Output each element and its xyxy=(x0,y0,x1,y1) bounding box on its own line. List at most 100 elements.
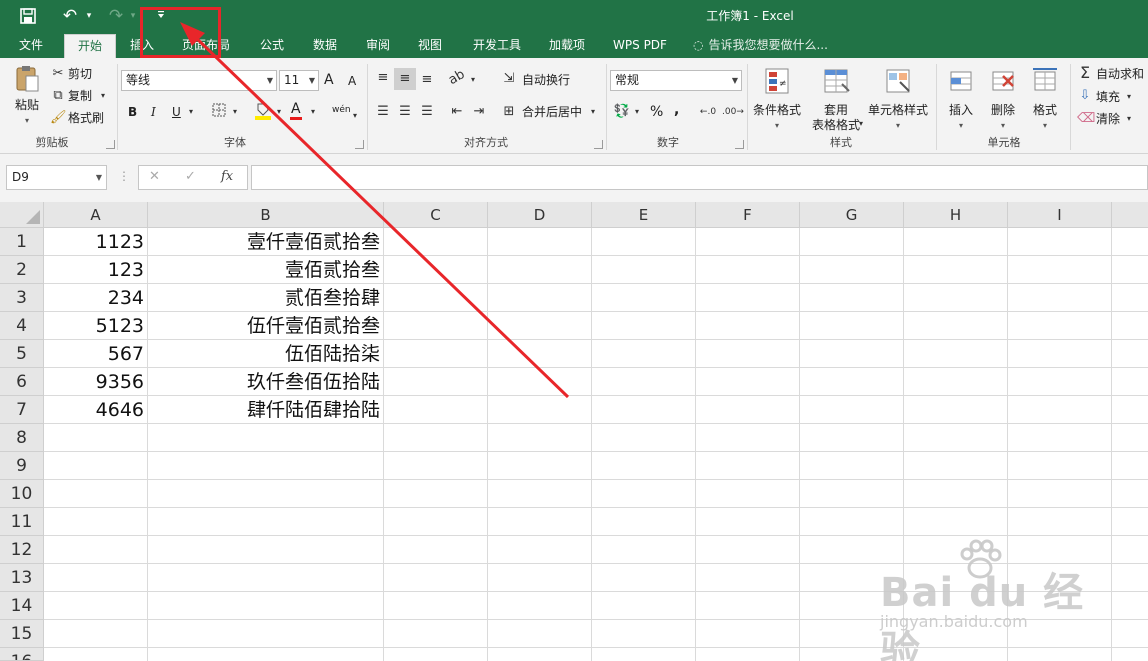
row-header-3[interactable]: 3 xyxy=(0,284,44,312)
cell-a4[interactable]: 5123 xyxy=(44,312,148,340)
tab-formulas[interactable]: 公式 xyxy=(250,32,294,58)
insert-cells-button[interactable]: 插入 ▾ xyxy=(942,66,980,133)
align-bottom-icon[interactable]: ≡ xyxy=(418,72,436,88)
column-header-b[interactable]: B xyxy=(148,202,384,228)
cell-a6[interactable]: 9356 xyxy=(44,368,148,396)
cut-button[interactable]: 剪切 xyxy=(68,66,92,82)
underline-button[interactable]: U xyxy=(172,104,181,120)
cell-a2[interactable]: 123 xyxy=(44,256,148,284)
decrease-decimal-icon[interactable]: .00→ xyxy=(722,104,744,120)
align-top-icon[interactable]: ≡ xyxy=(374,70,392,86)
borders-icon[interactable] xyxy=(210,103,228,122)
row-header-7[interactable]: 7 xyxy=(0,396,44,424)
italic-button[interactable]: I xyxy=(151,104,156,120)
cell-b1[interactable]: 壹仟壹佰贰拾叁 xyxy=(148,228,384,256)
format-as-table-dropdown-icon[interactable]: ▾ xyxy=(856,116,866,132)
format-cells-button[interactable]: 格式 ▾ xyxy=(1026,66,1064,133)
tab-view[interactable]: 视图 xyxy=(408,32,452,58)
column-header-g[interactable]: G xyxy=(800,202,904,228)
phonetic-button[interactable]: wén xyxy=(332,102,351,118)
tab-file[interactable]: 文件 xyxy=(10,32,52,58)
row-header-4[interactable]: 4 xyxy=(0,312,44,340)
comma-button[interactable]: , xyxy=(674,102,679,118)
cell-a5[interactable]: 567 xyxy=(44,340,148,368)
row-header-6[interactable]: 6 xyxy=(0,368,44,396)
align-left-icon[interactable]: ☰ xyxy=(374,104,392,120)
undo-icon[interactable]: ↶ xyxy=(60,4,80,28)
increase-decimal-icon[interactable]: ←.0 xyxy=(698,104,718,120)
tab-developer[interactable]: 开发工具 xyxy=(462,32,532,58)
font-name-select[interactable]: 等线 ▼ xyxy=(121,70,277,91)
tab-data[interactable]: 数据 xyxy=(304,32,346,58)
fill-button[interactable]: 填充 xyxy=(1096,89,1120,105)
wrap-text-button[interactable]: 自动换行 xyxy=(522,72,570,88)
conditional-formatting-button[interactable]: ≠ 条件格式 ▾ xyxy=(750,66,804,133)
formula-input[interactable] xyxy=(251,165,1148,190)
align-right-icon[interactable]: ☰ xyxy=(418,104,436,120)
cell-b3[interactable]: 贰佰叁拾肆 xyxy=(148,284,384,312)
orientation-icon[interactable]: ab xyxy=(445,67,469,90)
paste-button[interactable]: 粘贴 ▾ xyxy=(10,64,44,128)
grow-font-button[interactable]: A xyxy=(324,72,334,88)
row-header-5[interactable]: 5 xyxy=(0,340,44,368)
cancel-icon[interactable]: ✕ xyxy=(149,169,160,184)
cell-b4[interactable]: 伍仟壹佰贰拾叁 xyxy=(148,312,384,340)
tab-home[interactable]: 开始 xyxy=(64,34,116,58)
borders-dropdown-icon[interactable]: ▾ xyxy=(230,104,240,120)
accounting-dropdown-icon[interactable]: ▾ xyxy=(632,104,642,120)
column-header-d[interactable]: D xyxy=(488,202,592,228)
cell-a7[interactable]: 4646 xyxy=(44,396,148,424)
phonetic-dropdown-icon[interactable]: ▾ xyxy=(350,108,360,124)
row-header-13[interactable]: 13 xyxy=(0,564,44,592)
shrink-font-button[interactable]: A xyxy=(348,73,356,89)
name-box[interactable]: D9 ▼ xyxy=(6,165,107,190)
underline-dropdown-icon[interactable]: ▾ xyxy=(186,104,196,120)
align-center-icon[interactable]: ☰ xyxy=(396,104,414,120)
autosum-button[interactable]: 自动求和 xyxy=(1096,66,1144,82)
column-header-f[interactable]: F xyxy=(696,202,800,228)
copy-dropdown-icon[interactable]: ▾ xyxy=(98,88,108,104)
font-color-dropdown-icon[interactable]: ▾ xyxy=(308,104,318,120)
format-painter-button[interactable]: 格式刷 xyxy=(68,110,104,126)
cell-a1[interactable]: 1123 xyxy=(44,228,148,256)
undo-dropdown-icon[interactable]: ▾ xyxy=(84,4,94,28)
redo-icon[interactable]: ↷ xyxy=(106,4,126,28)
clear-dropdown-icon[interactable]: ▾ xyxy=(1124,111,1134,127)
cell-b2[interactable]: 壹佰贰拾叁 xyxy=(148,256,384,284)
merge-dropdown-icon[interactable]: ▾ xyxy=(588,104,598,120)
column-header-c[interactable]: C xyxy=(384,202,488,228)
column-header-a[interactable]: A xyxy=(44,202,148,228)
column-header-i[interactable]: I xyxy=(1008,202,1112,228)
fill-dropdown-icon[interactable]: ▾ xyxy=(1124,89,1134,105)
percent-button[interactable]: % xyxy=(650,104,663,120)
save-icon[interactable] xyxy=(16,4,40,28)
orientation-dropdown-icon[interactable]: ▾ xyxy=(468,72,478,88)
font-color-button[interactable]: A xyxy=(290,101,302,120)
row-header-1[interactable]: 1 xyxy=(0,228,44,256)
decrease-indent-icon[interactable]: ⇤ xyxy=(448,104,466,120)
tell-me-search[interactable]: ◌ 告诉我您想要做什么... xyxy=(693,32,828,58)
row-header-16[interactable]: 16 xyxy=(0,648,44,661)
fill-color-dropdown-icon[interactable]: ▾ xyxy=(274,104,284,120)
delete-cells-button[interactable]: 删除 ▾ xyxy=(984,66,1022,133)
column-header-partial[interactable] xyxy=(1112,202,1148,228)
number-launcher-icon[interactable] xyxy=(735,140,744,149)
tab-review[interactable]: 审阅 xyxy=(356,32,400,58)
insert-function-icon[interactable]: fx xyxy=(221,169,233,184)
fill-color-icon[interactable] xyxy=(253,101,273,126)
increase-indent-icon[interactable]: ⇥ xyxy=(470,104,488,120)
clear-button[interactable]: 清除 xyxy=(1096,111,1120,127)
row-header-10[interactable]: 10 xyxy=(0,480,44,508)
row-header-2[interactable]: 2 xyxy=(0,256,44,284)
row-header-11[interactable]: 11 xyxy=(0,508,44,536)
font-size-select[interactable]: 11 ▼ xyxy=(279,70,319,91)
alignment-launcher-icon[interactable] xyxy=(594,140,603,149)
cell-a3[interactable]: 234 xyxy=(44,284,148,312)
cell-b7[interactable]: 肆仟陆佰肆拾陆 xyxy=(148,396,384,424)
tab-add-ins[interactable]: 加载项 xyxy=(540,32,594,58)
copy-button[interactable]: 复制 xyxy=(68,88,92,104)
bold-button[interactable]: B xyxy=(128,104,137,120)
column-header-e[interactable]: E xyxy=(592,202,696,228)
font-launcher-icon[interactable] xyxy=(355,140,364,149)
number-format-select[interactable]: 常规 ▼ xyxy=(610,70,742,91)
